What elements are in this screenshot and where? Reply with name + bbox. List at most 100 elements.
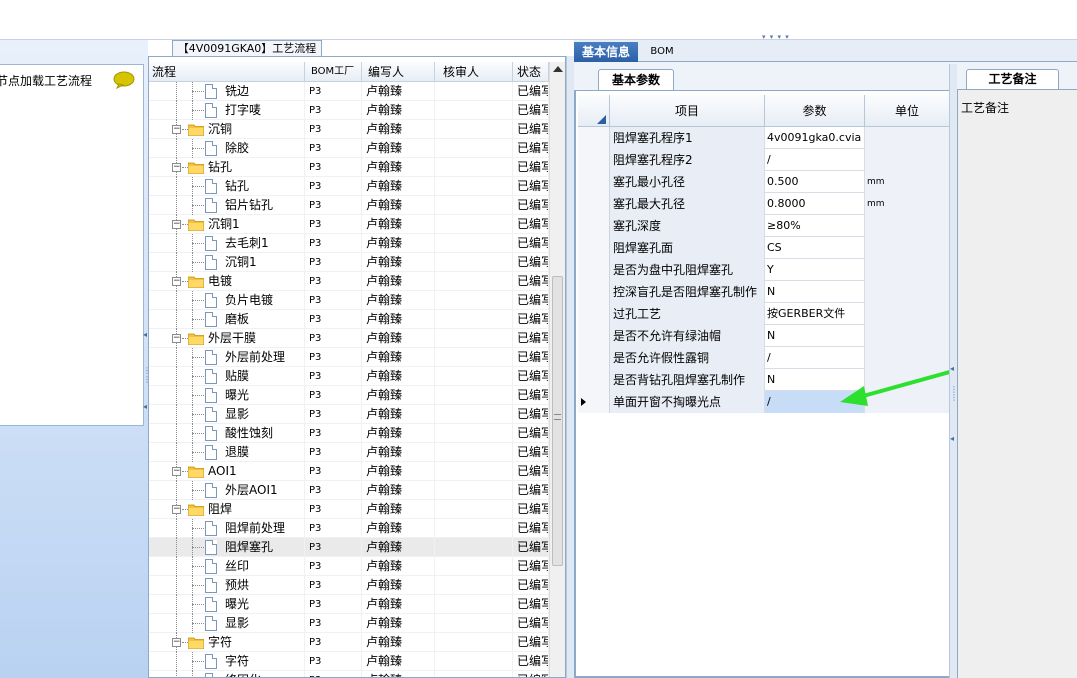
param-cell-value[interactable]: N [765, 325, 865, 347]
tree-node-label[interactable]: 沉铜 [208, 120, 232, 139]
tree-node-label[interactable]: 阻焊 [208, 500, 232, 519]
tree-node-label[interactable]: 字符 [225, 652, 249, 671]
row-selector[interactable] [578, 369, 610, 391]
tree-row[interactable]: − AOI1 P3卢翰臻 已编写 [149, 462, 549, 481]
tree-node-label[interactable]: 曝光 [225, 595, 249, 614]
tree-node-label[interactable]: 磨板 [225, 310, 249, 329]
tree-node-label[interactable]: 字符 [208, 633, 232, 652]
tree-row[interactable]: 去毛刺1 P3卢翰臻 已编写 [149, 234, 549, 253]
tree-row[interactable]: − 外层干膜 P3卢翰臻 已编写 [149, 329, 549, 348]
row-selector[interactable] [578, 149, 610, 171]
tree-node-label[interactable]: 钻孔 [225, 177, 249, 196]
splitter-arrow-icon-2[interactable]: ◂ [950, 434, 954, 443]
tree-node-label[interactable]: 阻焊塞孔 [225, 538, 273, 557]
tree-row[interactable]: 显影 P3卢翰臻 已编写 [149, 614, 549, 633]
collapse-toggle-icon[interactable]: − [172, 334, 181, 343]
tree-row[interactable]: 显影 P3卢翰臻 已编写 [149, 405, 549, 424]
collapse-toggle-icon[interactable]: − [172, 638, 181, 647]
tree-row[interactable]: − 字符 P3卢翰臻 已编写 [149, 633, 549, 652]
param-cell-value[interactable]: CS [765, 237, 865, 259]
tree-node-label[interactable]: 显影 [225, 614, 249, 633]
tree-row[interactable]: − 钻孔 P3卢翰臻 已编写 [149, 158, 549, 177]
param-row[interactable]: 塞孔深度 ≥80% [578, 215, 950, 237]
row-selector[interactable] [578, 127, 610, 149]
collapse-toggle-icon[interactable]: − [172, 163, 181, 172]
param-cell-value[interactable]: ≥80% [765, 215, 865, 237]
tree-row[interactable]: 预烘 P3卢翰臻 已编写 [149, 576, 549, 595]
param-row[interactable]: 是否不允许有绿油帽 N [578, 325, 950, 347]
tree-node-label[interactable]: 预烘 [225, 576, 249, 595]
chat-bubble-icon[interactable] [113, 71, 135, 89]
param-row[interactable]: 阻焊塞孔程序1 4v0091gka0.cvia [578, 127, 950, 149]
tree-row[interactable]: 铝片钻孔 P3卢翰臻 已编写 [149, 196, 549, 215]
tree-row[interactable]: 曝光 P3卢翰臻 已编写 [149, 386, 549, 405]
tree-row[interactable]: 负片电镀 P3卢翰臻 已编写 [149, 291, 549, 310]
param-row[interactable]: 塞孔最小孔径 0.500 mm [578, 171, 950, 193]
scroll-up-arrow-icon[interactable] [553, 66, 563, 72]
tree-row[interactable]: − 电镀 P3卢翰臻 已编写 [149, 272, 549, 291]
tree-row[interactable]: 终固化 P3卢翰臻 已编写 [149, 671, 549, 677]
row-selector[interactable] [578, 391, 610, 413]
param-row[interactable]: 塞孔最大孔径 0.8000 mm [578, 193, 950, 215]
tab-bom[interactable]: BOM [642, 42, 682, 62]
tree-node-label[interactable]: 酸性蚀刻 [225, 424, 273, 443]
tree-node-label[interactable]: 外层前处理 [225, 348, 285, 367]
param-cell-value[interactable]: 4v0091gka0.cvia [765, 127, 865, 149]
tree-row[interactable]: 钻孔 P3卢翰臻 已编写 [149, 177, 549, 196]
tree-node-label[interactable]: 终固化 [225, 671, 261, 677]
tree-row[interactable]: 退膜 P3卢翰臻 已编写 [149, 443, 549, 462]
tree-node-label[interactable]: 铝片钻孔 [225, 196, 273, 215]
collapse-toggle-icon[interactable]: − [172, 277, 181, 286]
param-cell-value[interactable]: 0.500 [765, 171, 865, 193]
tree-node-label[interactable]: 退膜 [225, 443, 249, 462]
row-selector[interactable] [578, 171, 610, 193]
tree-row[interactable]: − 沉铜1 P3卢翰臻 已编写 [149, 215, 549, 234]
tree-row[interactable]: 字符 P3卢翰臻 已编写 [149, 652, 549, 671]
param-cell-value[interactable]: Y [765, 259, 865, 281]
tree-row[interactable]: 酸性蚀刻 P3卢翰臻 已编写 [149, 424, 549, 443]
col-header-item[interactable]: 项目 [610, 95, 765, 127]
param-row[interactable]: 过孔工艺 按GERBER文件 [578, 303, 950, 325]
tree-row[interactable]: 丝印 P3卢翰臻 已编写 [149, 557, 549, 576]
param-cell-value[interactable]: 0.8000 [765, 193, 865, 215]
col-header-bom[interactable]: BOM工厂 [305, 62, 362, 82]
tree-node-label[interactable]: 去毛刺1 [225, 234, 269, 253]
col-header-status[interactable]: 状态 [513, 62, 549, 82]
col-header-reviewer[interactable]: 核审人 [435, 62, 513, 82]
row-selector[interactable] [578, 281, 610, 303]
tree-row[interactable]: 沉铜1 P3卢翰臻 已编写 [149, 253, 549, 272]
collapse-toggle-icon[interactable]: − [172, 505, 181, 514]
col-header-unit[interactable]: 单位 [865, 95, 950, 127]
row-selector[interactable] [578, 259, 610, 281]
param-row[interactable]: 阻焊塞孔程序2/ [578, 149, 950, 171]
tree-node-label[interactable]: 电镀 [208, 272, 232, 291]
param-cell-value[interactable]: N [765, 281, 865, 303]
param-row[interactable]: 控深盲孔是否阻焊塞孔制作 N [578, 281, 950, 303]
collapse-toggle-icon[interactable]: − [172, 467, 181, 476]
splitter-arrow-icon[interactable]: ◂ [950, 364, 954, 373]
collapse-toggle-icon[interactable]: − [172, 125, 181, 134]
tab-basic-params[interactable]: 基本参数 [598, 69, 674, 90]
tree-row[interactable]: 磨板 P3卢翰臻 已编写 [149, 310, 549, 329]
row-selector[interactable] [578, 237, 610, 259]
tree-node-label[interactable]: 负片电镀 [225, 291, 273, 310]
tree-node-label[interactable]: 显影 [225, 405, 249, 424]
row-selector[interactable] [578, 215, 610, 237]
tree-row[interactable]: 阻焊前处理 P3卢翰臻 已编写 [149, 519, 549, 538]
row-selector[interactable] [578, 303, 610, 325]
param-row[interactable]: 阻焊塞孔面 CS [578, 237, 950, 259]
col-header-param[interactable]: 参数 [765, 95, 865, 127]
tree-row[interactable]: 曝光 P3卢翰臻 已编写 [149, 595, 549, 614]
tree-node-label[interactable]: 曝光 [225, 386, 249, 405]
tree-row[interactable]: 外层AOI1 P3卢翰臻 已编写 [149, 481, 549, 500]
tree-node-label[interactable]: 钻孔 [208, 158, 232, 177]
grid-corner-icon[interactable] [578, 95, 610, 127]
right-splitter[interactable]: ◂ ⋮ ⋮ ◂ [949, 64, 958, 678]
tree-row[interactable]: 阻焊塞孔 P3卢翰臻 已编写 [149, 538, 549, 557]
tree-row[interactable]: − 阻焊 P3卢翰臻 已编写 [149, 500, 549, 519]
param-cell-value[interactable]: 按GERBER文件 [765, 303, 865, 325]
tree-node-label[interactable]: 打字唛 [225, 101, 261, 120]
col-header-flow[interactable]: 流程 [149, 62, 305, 82]
collapse-toggle-icon[interactable]: − [172, 220, 181, 229]
row-selector[interactable] [578, 325, 610, 347]
